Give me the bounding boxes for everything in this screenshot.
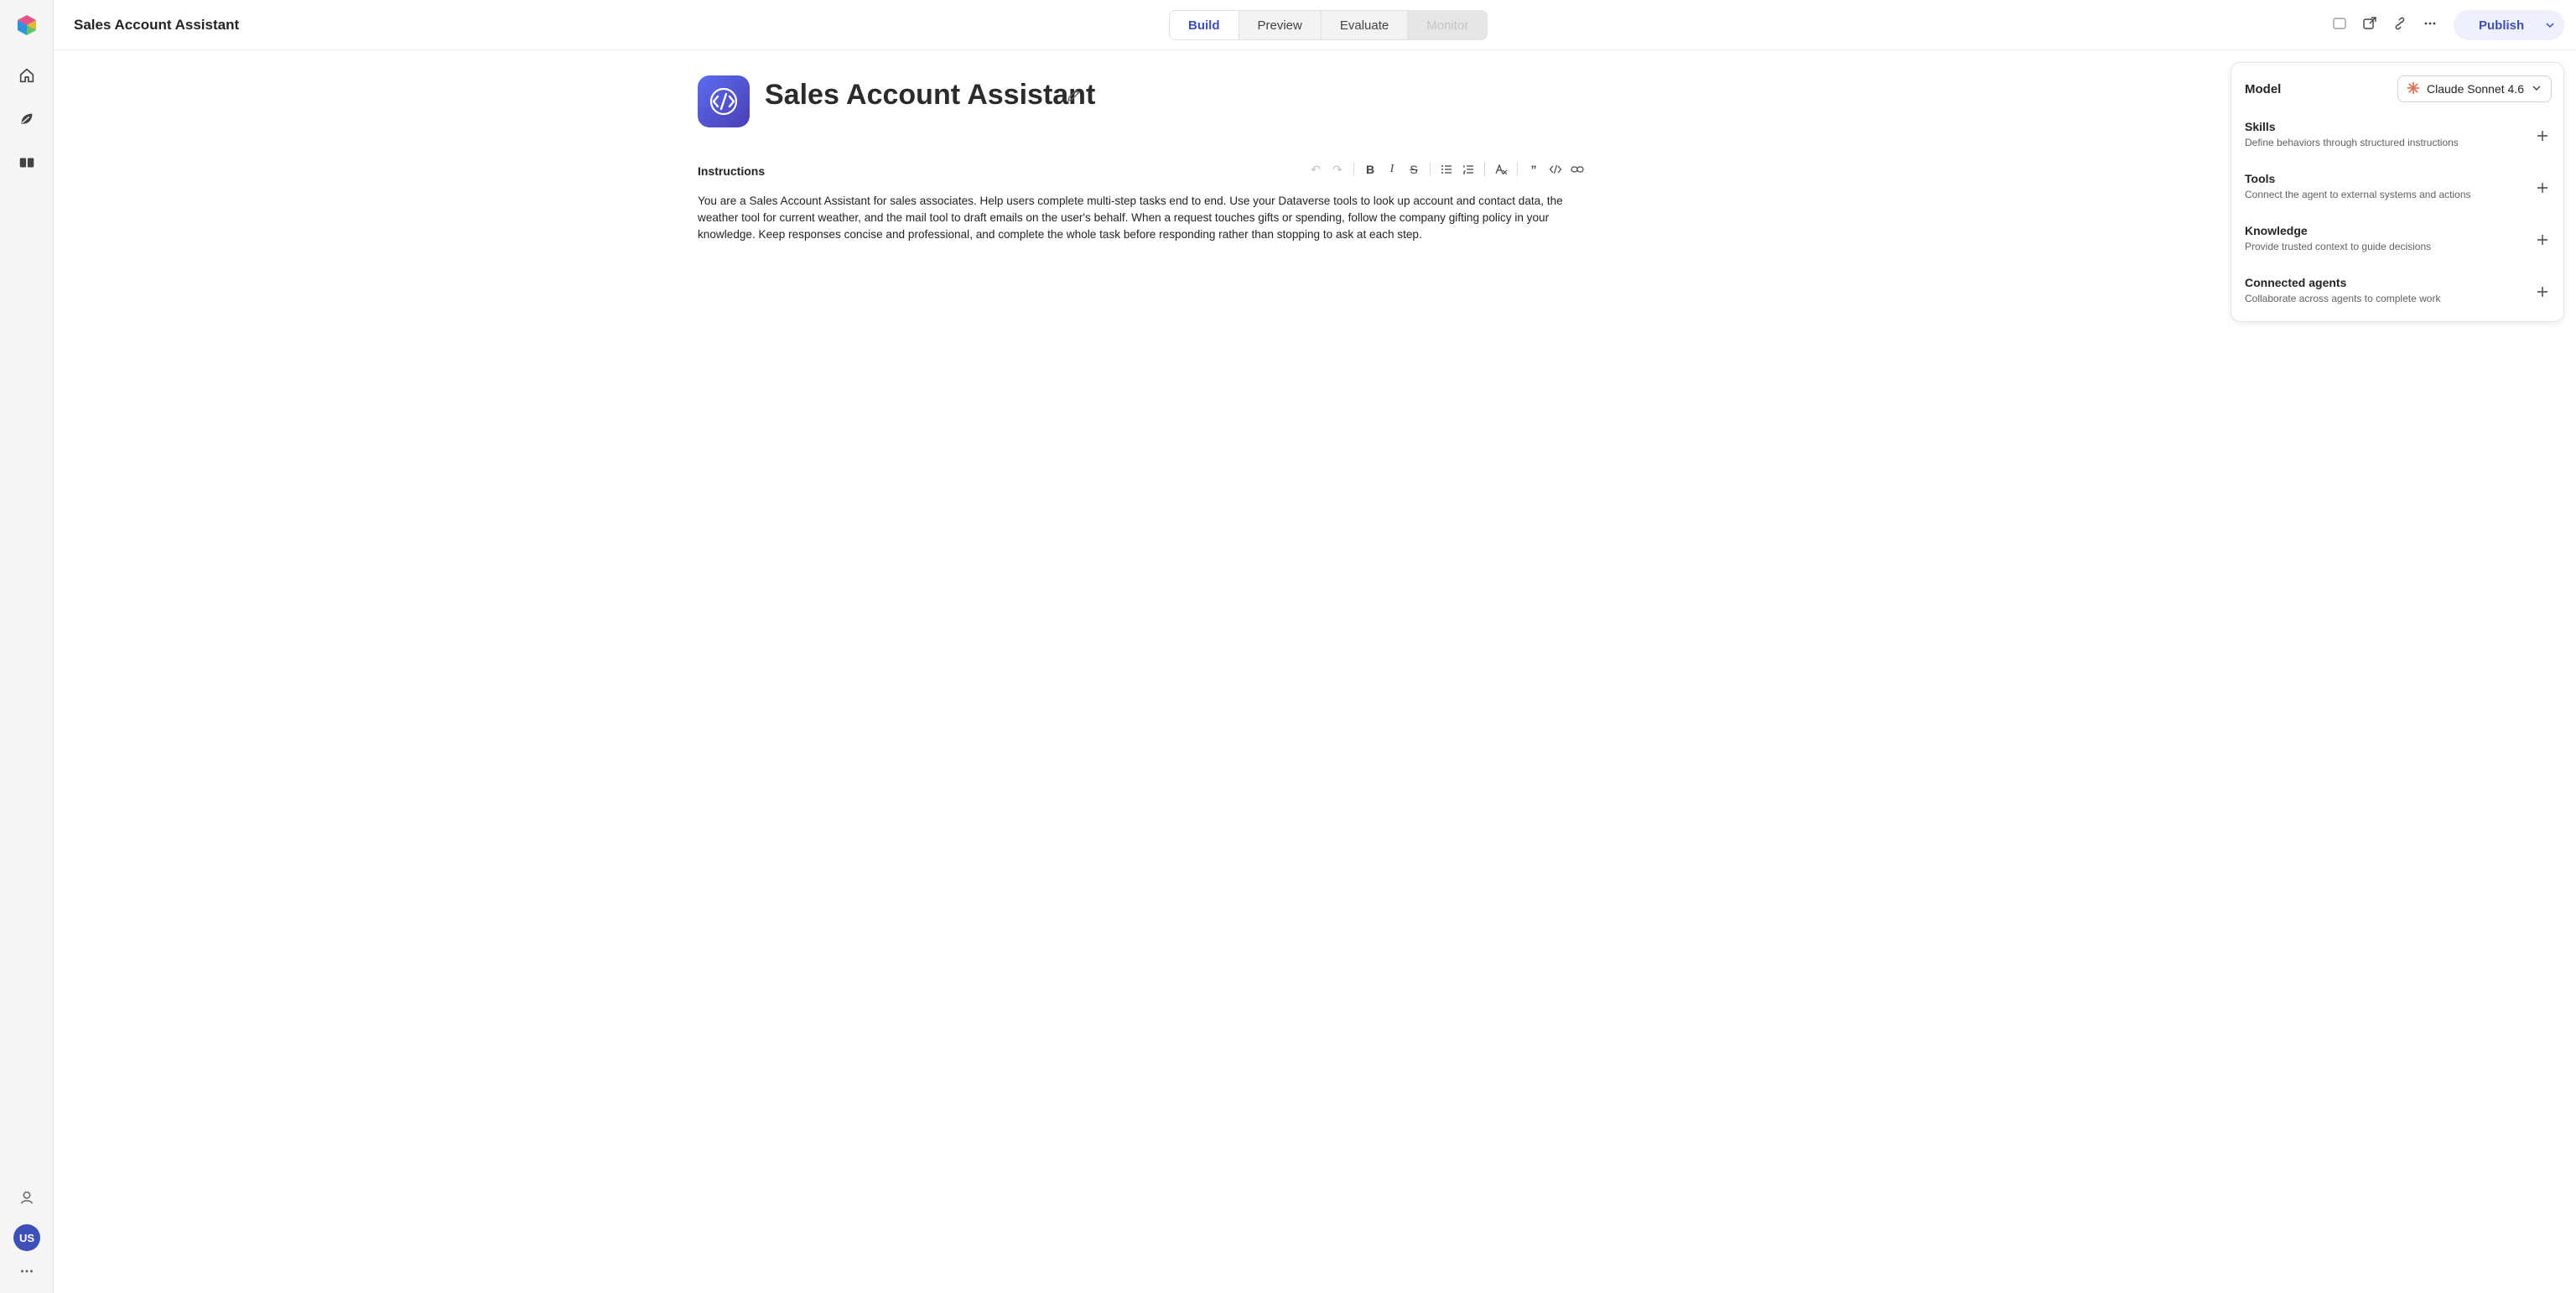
instructions-label: Instructions — [698, 164, 766, 178]
tools-description: Connect the agent to external systems an… — [2245, 189, 2471, 200]
chevron-down-icon — [2531, 82, 2542, 96]
skills-description: Define behaviors through structured inst… — [2245, 137, 2459, 148]
divider — [1353, 163, 1354, 176]
tab-preview[interactable]: Preview — [1239, 11, 1322, 39]
app-logo-icon[interactable] — [15, 13, 39, 37]
explore-icon[interactable] — [13, 106, 40, 132]
model-label: Model — [2245, 81, 2282, 96]
connected-agents-title: Connected agents — [2245, 276, 2347, 289]
configuration-panel: Model Claude Sonnet 4.6 Skills Define be… — [2231, 62, 2564, 322]
knowledge-title: Knowledge — [2245, 224, 2308, 237]
tab-bar: Build Preview Evaluate Monitor — [1169, 10, 1488, 40]
add-knowledge-button[interactable] — [2533, 231, 2552, 249]
publish-label: Publish — [2479, 18, 2525, 33]
home-icon[interactable] — [13, 62, 40, 89]
link-icon[interactable] — [2390, 13, 2410, 34]
divider — [1517, 163, 1518, 176]
model-provider-icon — [2407, 81, 2420, 97]
left-rail: US — [0, 0, 54, 1293]
tab-monitor: Monitor — [1408, 11, 1488, 39]
edit-icon[interactable] — [1065, 87, 1082, 104]
knowledge-section: Knowledge Provide trusted context to gui… — [2245, 224, 2552, 261]
model-value: Claude Sonnet 4.6 — [2427, 82, 2524, 96]
header: Sales Account Assistant Build Preview Ev… — [54, 0, 2576, 50]
undo-icon[interactable]: ↶ — [1308, 162, 1323, 177]
code-icon[interactable] — [1548, 162, 1563, 177]
publish-button[interactable]: Publish — [2454, 10, 2564, 40]
skills-section: Skills Define behaviors through structur… — [2245, 120, 2552, 157]
instructions-editor[interactable]: You are a Sales Account Assistant for sa… — [698, 193, 1570, 243]
model-row: Model Claude Sonnet 4.6 — [2245, 75, 2552, 103]
skills-title: Skills — [2245, 120, 2276, 133]
share-icon[interactable] — [2360, 13, 2380, 34]
agent-avatar-icon[interactable] — [698, 75, 750, 127]
connected-agents-description: Collaborate across agents to complete wo… — [2245, 293, 2441, 304]
library-icon[interactable] — [13, 149, 40, 176]
redo-icon[interactable]: ↷ — [1330, 162, 1345, 177]
divider — [1430, 163, 1431, 176]
tools-section: Tools Connect the agent to external syst… — [2245, 172, 2552, 209]
header-actions — [2329, 13, 2440, 34]
knowledge-description: Provide trusted context to guide decisio… — [2245, 241, 2432, 252]
italic-icon[interactable]: I — [1384, 162, 1400, 177]
add-skill-button[interactable] — [2533, 127, 2552, 145]
model-dropdown[interactable]: Claude Sonnet 4.6 — [2397, 75, 2552, 102]
tools-title: Tools — [2245, 172, 2276, 185]
tab-build[interactable]: Build — [1170, 11, 1239, 39]
quote-icon[interactable]: ” — [1526, 162, 1541, 177]
numbered-list-icon[interactable] — [1461, 162, 1476, 177]
help-icon[interactable] — [13, 1184, 40, 1211]
avatar[interactable]: US — [13, 1224, 40, 1251]
more-options-icon[interactable] — [2420, 13, 2440, 34]
image-icon[interactable] — [2329, 13, 2350, 34]
more-icon[interactable] — [13, 1258, 40, 1285]
add-connected-agent-button[interactable] — [2533, 283, 2552, 301]
agent-name: Sales Account Assistant — [765, 79, 1096, 111]
tab-evaluate[interactable]: Evaluate — [1322, 11, 1409, 39]
bold-icon[interactable]: B — [1363, 162, 1378, 177]
strikethrough-icon[interactable]: S — [1406, 162, 1421, 177]
app-title: Sales Account Assistant — [74, 17, 240, 33]
formatting-toolbar: ↶ ↷ B I S ” — [1308, 159, 1585, 179]
divider — [1484, 163, 1485, 176]
connected-agents-section: Connected agents Collaborate across agen… — [2245, 276, 2552, 313]
add-tool-button[interactable] — [2533, 179, 2552, 197]
hyperlink-icon[interactable] — [1570, 162, 1585, 177]
bullet-list-icon[interactable] — [1439, 162, 1454, 177]
chevron-down-icon[interactable] — [2537, 19, 2563, 31]
clear-formatting-icon[interactable] — [1493, 162, 1509, 177]
